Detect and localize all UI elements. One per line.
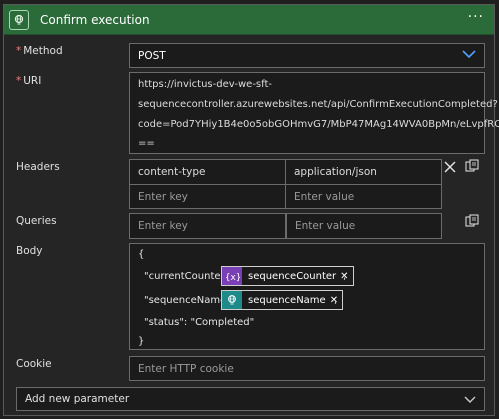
chevron-down-icon	[464, 395, 476, 407]
globe-bulb-icon	[9, 10, 29, 30]
method-label-text: Method	[23, 45, 63, 57]
header-key-input[interactable]: content-type	[138, 166, 205, 178]
chevron-down-icon	[462, 50, 476, 62]
token-label: sequenceName	[248, 294, 326, 306]
uri-label: * URI	[16, 75, 41, 87]
method-value: POST	[138, 50, 166, 62]
queries-label: Queries	[16, 215, 57, 227]
cookie-placeholder: Enter HTTP cookie	[138, 363, 234, 375]
method-dropdown[interactable]: POST	[129, 43, 485, 68]
new-header-value-input[interactable]: Enter value	[294, 191, 354, 203]
headers-table: content-type application/json Enter key …	[129, 159, 442, 209]
headers-label: Headers	[16, 161, 60, 173]
body-close-brace: }	[138, 336, 145, 347]
cookie-input[interactable]: Enter HTTP cookie	[129, 356, 485, 381]
action-title[interactable]: Confirm execution	[40, 13, 150, 27]
uri-line: ==	[138, 138, 155, 149]
uri-line: https://invictus-dev-we-sft-	[138, 79, 273, 90]
body-editor[interactable]: { "currentCounter": {x} sequenceCounter …	[129, 243, 485, 350]
uri-line: code=Pod7YHiy1B4e0o5obGOHmvG7/MbP47MAg14…	[138, 119, 499, 130]
body-key-current-counter: "currentCounter":	[144, 271, 233, 282]
variable-icon: {x}	[222, 267, 242, 285]
switch-to-text-mode-icon[interactable]	[464, 158, 480, 174]
header-value-input[interactable]: application/json	[294, 166, 377, 178]
action-card: Confirm execution ··· * Method POST * URI …	[3, 4, 499, 416]
token-sequence-name[interactable]: sequenceName ✕	[221, 290, 344, 310]
token-sequence-counter[interactable]: {x} sequenceCounter ✕	[221, 266, 354, 286]
add-new-parameter-label: Add new parameter	[25, 393, 130, 405]
uri-label-text: URI	[23, 75, 42, 87]
add-new-parameter-dropdown[interactable]: Add new parameter	[16, 387, 485, 411]
query-key-input[interactable]: Enter key	[129, 213, 286, 239]
required-marker: *	[16, 75, 22, 87]
row-divider	[130, 184, 441, 185]
uri-input[interactable]: https://invictus-dev-we-sft- sequencecon…	[129, 72, 499, 154]
query-value-placeholder: Enter value	[295, 220, 356, 232]
body-label: Body	[16, 245, 43, 257]
required-marker: *	[16, 45, 22, 57]
svg-text:{x}: {x}	[225, 273, 240, 282]
new-header-key-input[interactable]: Enter key	[138, 191, 188, 203]
delete-header-icon[interactable]	[442, 159, 458, 175]
action-header[interactable]: Confirm execution ···	[4, 5, 494, 35]
query-key-placeholder: Enter key	[138, 220, 188, 232]
body-comma: ,	[343, 271, 347, 282]
query-value-input[interactable]: Enter value	[286, 213, 442, 239]
more-options-icon[interactable]: ···	[468, 9, 484, 25]
switch-to-text-mode-icon[interactable]	[464, 213, 480, 229]
token-label: sequenceCounter	[248, 270, 337, 282]
method-label: * Method	[16, 45, 63, 57]
cookie-label: Cookie	[16, 358, 52, 370]
body-comma: ,	[334, 295, 338, 306]
body-status-line: "status": "Completed"	[144, 317, 255, 328]
remove-token-icon[interactable]: ✕	[340, 271, 352, 282]
trigger-globe-icon	[222, 291, 242, 309]
body-open-brace: {	[138, 249, 145, 260]
uri-line: sequencecontroller.azurewebsites.net/api…	[138, 99, 498, 110]
